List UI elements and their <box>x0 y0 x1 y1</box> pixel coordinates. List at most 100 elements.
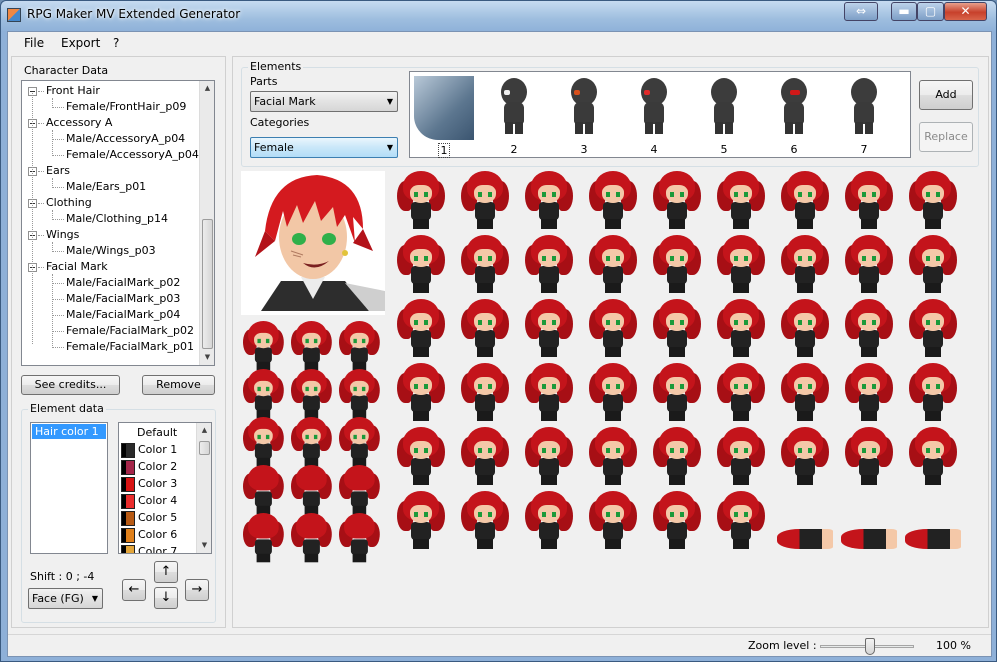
scroll-up-icon[interactable]: ▲ <box>197 423 211 438</box>
sprite-frame <box>589 491 637 551</box>
tree-node-item[interactable]: Female/FacialMark_p01 <box>66 340 194 353</box>
color-option[interactable]: Color 1 <box>121 442 195 459</box>
tree-node-item[interactable]: Male/Ears_p01 <box>66 180 146 193</box>
color-option[interactable]: Color 6 <box>121 527 195 544</box>
tree-node-category[interactable]: Facial Mark <box>46 260 108 273</box>
chevron-down-icon: ▼ <box>386 97 393 106</box>
categories-select[interactable]: Female ▼ <box>250 137 398 158</box>
remove-button[interactable]: Remove <box>142 375 215 395</box>
tree-node-item[interactable]: Male/FacialMark_p03 <box>66 292 180 305</box>
menu-file[interactable]: File <box>24 36 44 50</box>
element-thumbnails[interactable]: 1 2 3 4 5 6 7 <box>409 71 911 158</box>
sprite-frame <box>589 171 637 231</box>
tree-node-item[interactable]: Male/FacialMark_p04 <box>66 308 180 321</box>
tree-node-item[interactable]: Female/FrontHair_p09 <box>66 100 186 113</box>
element-thumbnail[interactable] <box>764 76 824 140</box>
color-option-label: Color 4 <box>138 494 178 507</box>
sprite-frame <box>461 171 509 231</box>
sprite-frame <box>717 171 765 231</box>
sprite-frame-down <box>841 529 897 549</box>
tree-node-category[interactable]: Ears <box>46 164 70 177</box>
scroll-down-icon[interactable]: ▼ <box>197 538 211 553</box>
title-bar[interactable]: RPG Maker MV Extended Generator ⇔ ▬ ▢ ✕ <box>1 1 996 31</box>
color-option[interactable]: Color 5 <box>121 510 195 527</box>
color-option[interactable]: Color 3 <box>121 476 195 493</box>
element-thumbnail[interactable] <box>694 76 754 140</box>
parts-select[interactable]: Facial Mark ▼ <box>250 91 398 112</box>
tree-node-category[interactable]: Clothing <box>46 196 92 209</box>
layer-select[interactable]: Face (FG) ▼ <box>28 588 103 609</box>
color-option[interactable]: Default <box>121 425 195 442</box>
sprite-frame <box>243 369 284 420</box>
replace-button[interactable]: Replace <box>919 122 973 152</box>
left-panel: Character Data Front Hair Female/FrontHai… <box>11 56 226 628</box>
sprite-frame <box>291 417 332 468</box>
layer-item-selected[interactable]: Hair color 1 <box>32 424 106 439</box>
tree-node-item[interactable]: Male/Wings_p03 <box>66 244 156 257</box>
tree-node-category[interactable]: Accessory A <box>46 116 112 129</box>
sprite-frame <box>397 299 445 359</box>
tree-scrollbar[interactable]: ▲ ▼ <box>199 81 214 365</box>
element-thumbnail[interactable] <box>834 76 894 140</box>
scroll-thumb[interactable] <box>199 441 210 455</box>
menu-export[interactable]: Export <box>61 36 100 50</box>
sprite-frame <box>717 491 765 551</box>
silhouette-icon <box>846 78 882 136</box>
element-thumbnail[interactable] <box>484 76 544 140</box>
shift-right-button[interactable]: → <box>185 579 209 601</box>
color-scrollbar[interactable]: ▲ ▼ <box>196 423 211 553</box>
scroll-up-icon[interactable]: ▲ <box>200 81 214 96</box>
element-thumbnail[interactable] <box>624 76 684 140</box>
character-tree[interactable]: Front Hair Female/FrontHair_p09 Accessory … <box>21 80 215 366</box>
elements-group: Elements Parts Facial Mark ▼ Categories … <box>241 60 979 167</box>
layer-list[interactable]: Hair color 1 <box>30 422 108 554</box>
sprite-frame <box>525 171 573 231</box>
layer-select-value: Face (FG) <box>32 592 84 605</box>
tree-connector <box>52 210 53 220</box>
tree-node-category[interactable]: Front Hair <box>46 84 100 97</box>
element-thumbnail[interactable] <box>414 76 474 140</box>
color-swatch <box>121 511 135 526</box>
tree-node-item[interactable]: Male/Clothing_p14 <box>66 212 168 225</box>
menu-help[interactable]: ? <box>113 36 119 50</box>
shift-left-button[interactable]: ← <box>122 579 146 601</box>
tree-node-item[interactable]: Female/FacialMark_p02 <box>66 324 194 337</box>
scroll-thumb[interactable] <box>202 219 213 349</box>
tree-connector <box>52 331 64 332</box>
scroll-down-icon[interactable]: ▼ <box>200 350 214 365</box>
chevron-down-icon: ▼ <box>386 143 393 152</box>
sprite-frame <box>339 369 380 420</box>
color-option-label: Color 1 <box>138 443 178 456</box>
color-option[interactable]: Color 7 <box>121 544 195 553</box>
maximize-button[interactable]: ▢ <box>917 2 944 21</box>
tree-connector <box>38 123 44 124</box>
tree-node-category[interactable]: Wings <box>46 228 79 241</box>
thumbnail-number: 7 <box>860 143 868 156</box>
element-data-label: Element data <box>28 402 106 415</box>
see-credits-button[interactable]: See credits... <box>21 375 120 395</box>
shift-up-button[interactable]: ↑ <box>154 561 178 583</box>
sprite-frame <box>461 235 509 295</box>
tree-node-item[interactable]: Male/FacialMark_p02 <box>66 276 180 289</box>
sprite-frame <box>461 427 509 487</box>
color-list[interactable]: Default Color 1 Color 2 Color 3 Color 4 Color… <box>118 422 212 554</box>
color-option-label: Color 6 <box>138 528 178 541</box>
restore-icon[interactable]: ⇔ <box>844 2 878 21</box>
close-button[interactable]: ✕ <box>944 2 987 21</box>
element-thumbnail[interactable] <box>554 76 614 140</box>
shift-down-button[interactable]: ↓ <box>154 587 178 609</box>
sprite-frame <box>781 235 829 295</box>
sprite-frame <box>909 171 957 231</box>
zoom-slider-thumb[interactable] <box>865 638 875 655</box>
sprite-frame <box>653 491 701 551</box>
sprite-frame <box>717 427 765 487</box>
minimize-button[interactable]: ▬ <box>891 2 917 21</box>
color-option[interactable]: Color 2 <box>121 459 195 476</box>
color-swatch <box>121 460 135 475</box>
tree-node-item[interactable]: Female/AccessoryA_p04 <box>66 148 199 161</box>
tree-node-item[interactable]: Male/AccessoryA_p04 <box>66 132 185 145</box>
tree-connector <box>52 242 53 252</box>
add-button[interactable]: Add <box>919 80 973 110</box>
sprite-frame <box>291 513 332 564</box>
color-option[interactable]: Color 4 <box>121 493 195 510</box>
